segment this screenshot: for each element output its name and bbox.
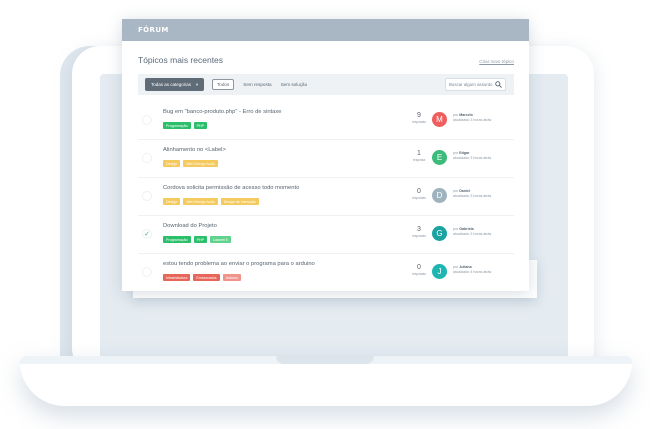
topic-tag[interactable]: Embarcados bbox=[193, 274, 220, 282]
filter-all[interactable]: Todos bbox=[212, 79, 235, 90]
avatar[interactable]: G bbox=[432, 226, 447, 241]
reply-count-number: 3 bbox=[417, 226, 421, 233]
topic-title[interactable]: Bug em "banco-produto.php" - Erro de sin… bbox=[163, 109, 282, 115]
reply-count-number: 0 bbox=[417, 264, 421, 271]
reply-count: 9 respostas bbox=[410, 112, 428, 124]
by-prefix: por bbox=[453, 189, 459, 193]
forum-window: FÓRUM Tópicos mais recentes Criar novo t… bbox=[122, 19, 529, 291]
topic-tags: Programação PHP Laravel 5 bbox=[163, 236, 231, 244]
category-select[interactable]: Todas as categorias ▼ bbox=[145, 78, 204, 91]
reply-count: 3 respostas bbox=[410, 226, 428, 238]
by-prefix: por bbox=[453, 113, 459, 117]
avatar-letter: M bbox=[436, 115, 443, 124]
avatar[interactable]: E bbox=[432, 150, 447, 165]
topic-meta: por Juliana atualizado 4 horas atrás bbox=[453, 265, 491, 275]
search-input[interactable] bbox=[449, 82, 495, 87]
topic-meta: por Gabriela atualizado 3 horas atrás bbox=[453, 227, 491, 237]
reply-count-label: respostas bbox=[412, 196, 426, 200]
topic-tag[interactable]: Design bbox=[163, 198, 181, 206]
topic-list: Bug em "banco-produto.php" - Erro de sin… bbox=[138, 102, 514, 291]
solved-check-icon: ✓ bbox=[142, 229, 152, 239]
topic-tag[interactable]: Web Design Ação bbox=[183, 160, 218, 168]
topic-tags: Design Web Design Ação bbox=[163, 160, 218, 168]
unsolved-circle-icon bbox=[142, 191, 152, 201]
topic-tags: Infraestrutura Embarcados Arduino bbox=[163, 274, 241, 282]
reply-count-label: respostas bbox=[412, 120, 426, 124]
topic-tags: Design Web Design Ação Design de Interação bbox=[163, 198, 259, 206]
topic-tag[interactable]: Laravel 5 bbox=[209, 236, 231, 244]
topic-tag[interactable]: PHP bbox=[193, 122, 207, 130]
unsolved-circle-icon bbox=[142, 115, 152, 125]
updated-time: atualizado 3 horas atrás bbox=[453, 118, 492, 123]
page-title: Tópicos mais recentes bbox=[138, 55, 224, 65]
heading-row: Tópicos mais recentes Criar novo tópico bbox=[138, 55, 514, 65]
topic-tag[interactable]: Web Design Ação bbox=[183, 198, 218, 206]
by-prefix: por bbox=[453, 265, 459, 269]
topic-row[interactable]: estou tendo problema ao enviar o program… bbox=[138, 254, 514, 291]
topic-row[interactable]: Alinhamento no <Label> Design Web Design … bbox=[138, 140, 514, 178]
search-icon[interactable] bbox=[495, 81, 502, 88]
chevron-down-icon: ▼ bbox=[195, 82, 199, 87]
avatar[interactable]: M bbox=[432, 112, 447, 127]
reply-count-label: respostas bbox=[412, 234, 426, 238]
updated-time: atualizado 3 horas atrás bbox=[453, 232, 492, 237]
reply-count-number: 1 bbox=[417, 150, 421, 157]
topic-row[interactable]: Bug em "banco-produto.php" - Erro de sin… bbox=[138, 102, 514, 140]
reply-count: 0 respostas bbox=[410, 188, 428, 200]
reply-count: 1 resposta bbox=[410, 150, 428, 162]
filter-toolbar: Todas as categorias ▼ Todos Sem resposta… bbox=[138, 74, 514, 95]
category-select-label: Todas as categorias bbox=[151, 82, 192, 87]
reply-count: 0 respostas bbox=[410, 264, 428, 276]
topic-title[interactable]: Cordova solicita permissão de acesso tod… bbox=[163, 185, 299, 191]
avatar-letter: J bbox=[437, 267, 442, 276]
avatar[interactable]: J bbox=[432, 264, 447, 279]
topic-row[interactable]: Cordova solicita permissão de acesso tod… bbox=[138, 178, 514, 216]
reply-count-number: 0 bbox=[417, 188, 421, 195]
unsolved-circle-icon bbox=[142, 267, 152, 277]
author-name[interactable]: Edgar bbox=[459, 151, 469, 155]
author-name[interactable]: Gabriela bbox=[459, 227, 473, 231]
topic-meta: por Marcelo atualizado 3 horas atrás bbox=[453, 113, 491, 123]
topic-tag[interactable]: Programação bbox=[163, 236, 191, 244]
new-topic-link[interactable]: Criar novo tópico bbox=[479, 59, 514, 64]
laptop-notch bbox=[276, 356, 374, 364]
by-prefix: por bbox=[453, 151, 459, 155]
forum-header: FÓRUM bbox=[122, 19, 529, 41]
author-name[interactable]: Juliana bbox=[459, 265, 471, 269]
topic-tag[interactable]: Infraestrutura bbox=[163, 274, 191, 282]
updated-time: atualizado 3 horas atrás bbox=[453, 194, 492, 199]
topic-title[interactable]: Alinhamento no <Label> bbox=[163, 147, 226, 153]
topic-title[interactable]: estou tendo problema ao enviar o program… bbox=[163, 261, 315, 267]
avatar-letter: G bbox=[436, 229, 443, 238]
reply-count-number: 9 bbox=[417, 112, 421, 119]
by-prefix: por bbox=[453, 227, 459, 231]
topic-meta: por Daniel atualizado 3 horas atrás bbox=[453, 189, 491, 199]
forum-title: FÓRUM bbox=[138, 26, 169, 34]
topic-row[interactable]: ✓ Download do Projeto Programação PHP Lara… bbox=[138, 216, 514, 254]
topic-tag[interactable]: Programação bbox=[163, 122, 191, 130]
updated-time: atualizado 3 horas atrás bbox=[453, 156, 492, 161]
filter-unsolved[interactable]: Sem solução bbox=[281, 82, 308, 87]
topic-tag[interactable]: Design bbox=[163, 160, 181, 168]
topic-title[interactable]: Download do Projeto bbox=[163, 223, 217, 229]
topic-tag[interactable]: Design de Interação bbox=[220, 198, 259, 206]
filter-unanswered[interactable]: Sem resposta bbox=[243, 82, 271, 87]
avatar-letter: E bbox=[436, 153, 443, 162]
topic-tag[interactable]: PHP bbox=[193, 236, 207, 244]
topic-tags: Programação PHP bbox=[163, 122, 207, 130]
topic-tag[interactable]: Arduino bbox=[222, 274, 241, 282]
avatar-letter: D bbox=[436, 191, 443, 200]
author-name[interactable]: Marcelo bbox=[459, 113, 473, 117]
unsolved-circle-icon bbox=[142, 153, 152, 163]
reply-count-label: respostas bbox=[412, 272, 426, 276]
author-name[interactable]: Daniel bbox=[459, 189, 470, 193]
reply-count-label: resposta bbox=[412, 158, 426, 162]
search-box bbox=[445, 78, 506, 91]
updated-time: atualizado 4 horas atrás bbox=[453, 270, 492, 275]
avatar[interactable]: D bbox=[432, 188, 447, 203]
topic-meta: por Edgar atualizado 3 horas atrás bbox=[453, 151, 491, 161]
